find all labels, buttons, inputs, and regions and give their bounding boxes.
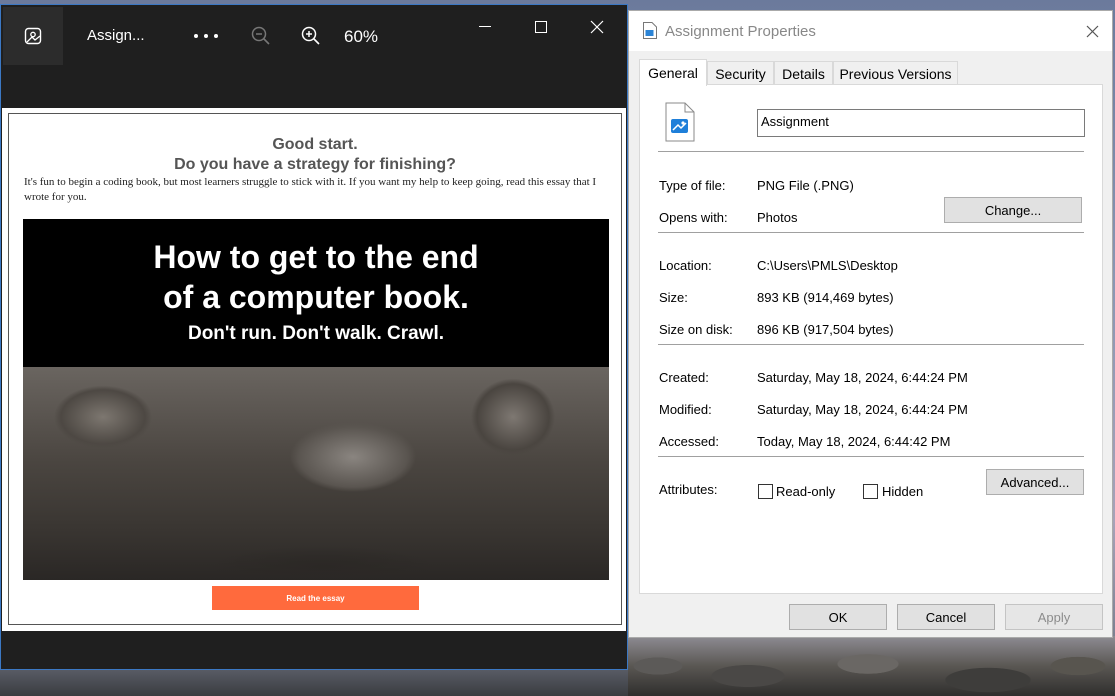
- separator: [658, 344, 1084, 345]
- modified-value: Saturday, May 18, 2024, 6:44:24 PM: [757, 402, 968, 417]
- photos-file-title: Assign...: [87, 27, 145, 44]
- tab-security[interactable]: Security: [707, 61, 774, 85]
- image-canvas[interactable]: Good start. Do you have a strategy for f…: [2, 108, 626, 631]
- location-value: C:\Users\PMLS\Desktop: [757, 258, 898, 273]
- tab-general[interactable]: General: [639, 59, 707, 86]
- desktop-wallpaper: [628, 636, 1115, 696]
- dialog-close-icon[interactable]: [1075, 17, 1109, 45]
- zoom-out-icon[interactable]: [246, 21, 276, 51]
- size-label: Size:: [659, 290, 688, 305]
- size-value: 893 KB (914,469 bytes): [757, 290, 894, 305]
- accessed-value: Today, May 18, 2024, 6:44:42 PM: [757, 434, 951, 449]
- separator: [658, 456, 1084, 457]
- opens-with-label: Opens with:: [659, 210, 728, 225]
- maximize-icon[interactable]: [518, 13, 564, 41]
- readonly-checkbox[interactable]: [758, 484, 773, 499]
- image-heading-line1: Good start.: [272, 136, 358, 153]
- hero-banner: How to get to the end of a computer book…: [23, 219, 609, 580]
- cancel-button[interactable]: Cancel: [897, 604, 995, 630]
- opens-with-value: Photos: [757, 210, 798, 225]
- image-paragraph: It's fun to begin a coding book, but mos…: [24, 176, 597, 203]
- tab-previous-versions[interactable]: Previous Versions: [833, 61, 958, 85]
- dialog-titlebar: Assignment Properties: [629, 11, 1112, 51]
- image-heading: Good start. Do you have a strategy for f…: [9, 135, 621, 175]
- hidden-checkbox[interactable]: [863, 484, 878, 499]
- created-value: Saturday, May 18, 2024, 6:44:24 PM: [757, 370, 968, 385]
- read-essay-button: Read the essay: [212, 586, 419, 610]
- hero-title: How to get to the end of a computer book…: [23, 237, 609, 317]
- change-button[interactable]: Change...: [944, 197, 1082, 223]
- location-label: Location:: [659, 258, 712, 273]
- image-heading-line2: Do you have a strategy for finishing?: [174, 156, 456, 173]
- dialog-title: Assignment Properties: [665, 23, 816, 40]
- photos-viewer-window: Assign... 60% Good start. Do you have a …: [0, 4, 628, 670]
- photos-app-icon[interactable]: [3, 7, 63, 65]
- hero-photo-mud-crawl: [23, 367, 609, 580]
- hidden-label[interactable]: Hidden: [882, 484, 923, 499]
- attributes-label: Attributes:: [659, 482, 718, 497]
- tab-details[interactable]: Details: [774, 61, 833, 85]
- minimize-icon[interactable]: [462, 13, 508, 41]
- type-label: Type of file:: [659, 178, 726, 193]
- created-label: Created:: [659, 370, 709, 385]
- modified-label: Modified:: [659, 402, 712, 417]
- advanced-button[interactable]: Advanced...: [986, 469, 1084, 495]
- type-value: PNG File (.PNG): [757, 178, 854, 193]
- properties-dialog: Assignment Properties General Security D…: [628, 10, 1113, 638]
- hero-subtitle: Don't run. Don't walk. Crawl.: [187, 323, 445, 344]
- zoom-level[interactable]: 60%: [344, 27, 378, 47]
- hero-title-line1: How to get to the end: [153, 239, 479, 275]
- size-on-disk-label: Size on disk:: [659, 322, 733, 337]
- accessed-label: Accessed:: [659, 434, 719, 449]
- more-options-icon[interactable]: [191, 21, 221, 51]
- png-file-large-icon: [665, 102, 695, 147]
- image-frame: Good start. Do you have a strategy for f…: [8, 113, 622, 625]
- size-on-disk-value: 896 KB (917,504 bytes): [757, 322, 894, 337]
- separator: [658, 151, 1084, 152]
- readonly-label[interactable]: Read-only: [776, 484, 835, 499]
- png-file-icon: [643, 22, 657, 44]
- file-name-field[interactable]: Assignment: [757, 109, 1085, 137]
- hero-title-line2: of a computer book.: [163, 279, 469, 315]
- general-panel: Assignment Type of file: PNG File (.PNG)…: [639, 84, 1103, 594]
- separator: [658, 232, 1084, 233]
- close-icon[interactable]: [574, 13, 620, 41]
- apply-button[interactable]: Apply: [1005, 604, 1103, 630]
- zoom-in-icon[interactable]: [296, 21, 326, 51]
- ok-button[interactable]: OK: [789, 604, 887, 630]
- photos-titlebar: Assign... 60%: [1, 5, 627, 65]
